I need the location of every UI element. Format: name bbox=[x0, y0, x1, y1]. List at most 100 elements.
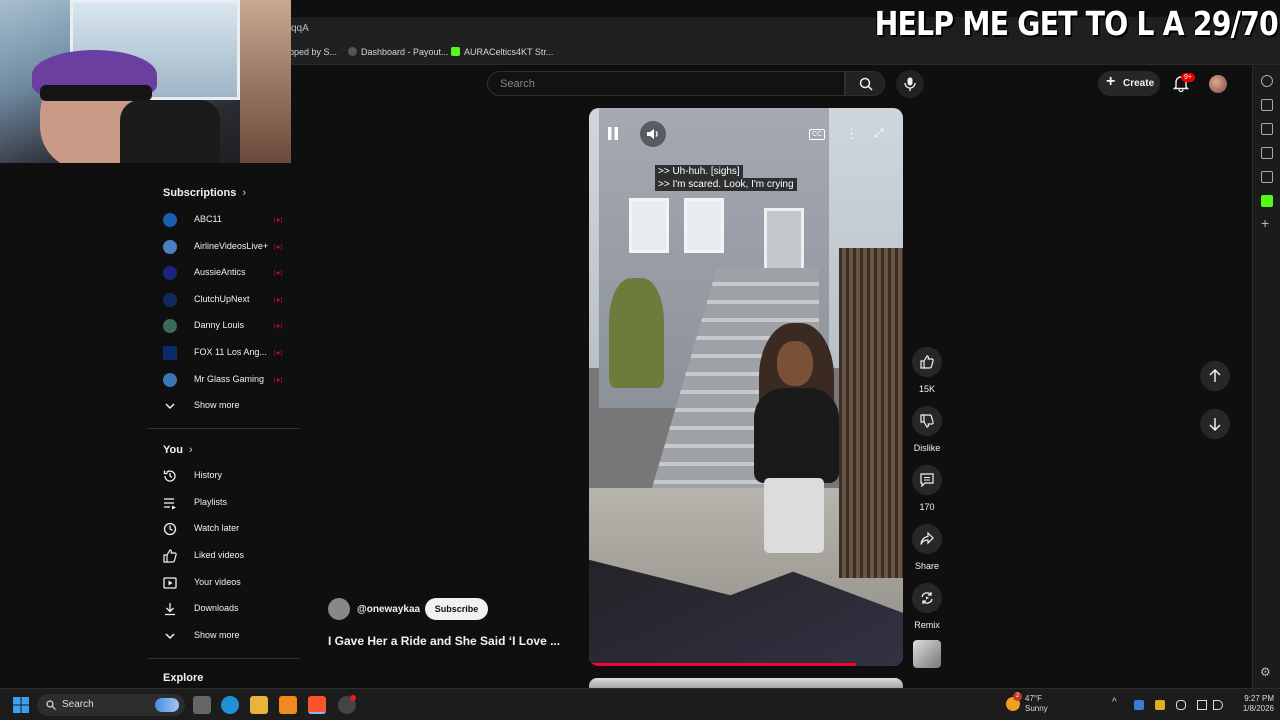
fullscreen-icon[interactable]: ⤢ bbox=[874, 126, 884, 141]
volume-icon bbox=[647, 129, 658, 139]
weather-desc: Sunny bbox=[1025, 704, 1048, 713]
bookmark-1[interactable]: pped by S... bbox=[289, 47, 337, 57]
dislike-button[interactable]: Dislike bbox=[912, 406, 942, 453]
chevron-right-icon: › bbox=[188, 444, 193, 456]
sidebar-item-label: Watch later bbox=[194, 523, 240, 533]
create-label: Create bbox=[1123, 78, 1155, 89]
taskbar-search-label: Search bbox=[62, 699, 94, 710]
account-avatar[interactable] bbox=[1209, 75, 1227, 93]
you-header[interactable]: You › bbox=[163, 444, 193, 456]
subscription-item[interactable]: Danny Louis bbox=[147, 313, 300, 339]
cam-streamer-headband bbox=[40, 85, 152, 101]
subscription-item[interactable]: ABC11 bbox=[147, 207, 300, 233]
chevron-up-icon[interactable]: ^ bbox=[1112, 697, 1117, 708]
pause-button[interactable] bbox=[607, 127, 619, 143]
channel-name[interactable]: @onewaykaa bbox=[357, 604, 420, 615]
captions-button[interactable]: CC bbox=[809, 129, 826, 140]
subscription-item[interactable]: AirlineVideosLive+ bbox=[147, 234, 300, 260]
file-explorer-icon[interactable] bbox=[250, 696, 268, 714]
sidebar-item-downloads[interactable]: Downloads bbox=[147, 596, 300, 622]
search-button[interactable] bbox=[845, 71, 885, 96]
kick-sidebar-icon[interactable] bbox=[1261, 195, 1273, 207]
video-plant bbox=[609, 278, 664, 388]
comments-button[interactable]: 170 bbox=[912, 465, 942, 512]
arrow-up-icon bbox=[1209, 369, 1221, 382]
sound-thumbnail[interactable] bbox=[913, 640, 941, 668]
network-icon[interactable] bbox=[1197, 700, 1207, 710]
reading-list-icon[interactable] bbox=[1261, 171, 1273, 183]
show-more-you[interactable]: Show more bbox=[147, 623, 300, 649]
tray-app-icon[interactable] bbox=[1134, 700, 1144, 710]
subscription-label: ClutchUpNext bbox=[194, 294, 250, 304]
your-videos-icon bbox=[163, 577, 177, 589]
channel-avatar bbox=[163, 266, 177, 280]
wallet-icon[interactable] bbox=[1261, 123, 1273, 135]
subscription-label: AirlineVideosLive+ bbox=[194, 241, 269, 251]
like-icon bbox=[163, 549, 177, 563]
live-icon bbox=[274, 244, 282, 250]
sidebar-item-history[interactable]: History bbox=[147, 463, 300, 489]
video-captions: >> Uh-huh. [sighs] >> I'm scared. Look, … bbox=[655, 165, 797, 191]
edge-icon[interactable] bbox=[221, 696, 239, 714]
subscribe-button[interactable]: Subscribe bbox=[425, 598, 488, 620]
app-icon[interactable] bbox=[279, 696, 297, 714]
add-panel-icon[interactable]: + bbox=[1261, 215, 1269, 231]
task-view-icon[interactable] bbox=[193, 696, 211, 714]
short-title[interactable]: I Gave Her a Ride and She Said ‘I Love .… bbox=[328, 634, 560, 648]
channel-avatar bbox=[163, 293, 177, 307]
video-window bbox=[684, 198, 724, 253]
shorts-video-player[interactable]: CC ⋮ ⤢ >> Uh-huh. [sighs] >> I'm scared.… bbox=[589, 108, 903, 666]
channel-avatar[interactable] bbox=[328, 598, 350, 620]
sidebar-item-liked-videos[interactable]: Liked videos bbox=[147, 543, 300, 569]
subscriptions-header[interactable]: Subscriptions › bbox=[163, 187, 246, 199]
taskbar-weather[interactable]: 47°F Sunny bbox=[1025, 694, 1048, 714]
live-icon bbox=[274, 297, 282, 303]
chevron-down-icon bbox=[165, 403, 175, 410]
channel-avatar bbox=[163, 213, 177, 227]
video-progress-bar[interactable] bbox=[589, 663, 856, 666]
share-button[interactable]: Share bbox=[912, 524, 942, 571]
settings-gear-icon[interactable]: ⚙ bbox=[1260, 665, 1271, 679]
thumbs-up-icon bbox=[920, 355, 934, 369]
subscription-label: Mr Glass Gaming bbox=[194, 374, 265, 384]
webcam-overlay bbox=[0, 0, 291, 163]
sidebar-item-your-videos[interactable]: Your videos bbox=[147, 570, 300, 596]
show-more-subscriptions[interactable]: Show more bbox=[147, 393, 300, 419]
sidebar-item-playlists[interactable]: Playlists bbox=[147, 490, 300, 516]
sidebar-item-watch-later[interactable]: Watch later bbox=[147, 516, 300, 542]
bookmark-3[interactable]: AURACeltics4KT Str... bbox=[451, 47, 553, 57]
next-short-button[interactable] bbox=[1200, 409, 1230, 439]
subscription-item[interactable]: AussieAntics bbox=[147, 260, 300, 286]
previous-short-button[interactable] bbox=[1200, 361, 1230, 391]
subscription-item[interactable]: ClutchUpNext bbox=[147, 287, 300, 313]
cam-background-person bbox=[240, 0, 291, 163]
kick-icon bbox=[451, 47, 460, 56]
address-text[interactable]: qqA bbox=[291, 23, 309, 34]
bookmarks-icon[interactable] bbox=[1261, 147, 1273, 159]
show-more-label: Show more bbox=[194, 400, 240, 410]
weather-temp: 47°F bbox=[1025, 694, 1042, 703]
taskbar-clock[interactable]: 9:27 PM 1/8/2026 bbox=[1230, 694, 1274, 714]
microphone-tray-icon[interactable] bbox=[1176, 700, 1186, 710]
subscription-item[interactable]: FOX 11 Los Ang... bbox=[147, 340, 300, 366]
brave-icon[interactable] bbox=[308, 696, 326, 714]
speaker-icon[interactable] bbox=[1213, 700, 1223, 710]
extension-icon[interactable] bbox=[1261, 75, 1273, 87]
channel-avatar bbox=[163, 319, 177, 333]
subscription-item[interactable]: Mr Glass Gaming bbox=[147, 367, 300, 393]
volume-button[interactable] bbox=[640, 121, 666, 147]
create-button[interactable]: + Create bbox=[1098, 71, 1160, 96]
taskbar-search[interactable]: Search bbox=[37, 694, 185, 716]
tv-icon[interactable] bbox=[1261, 99, 1273, 111]
remix-button[interactable]: Remix bbox=[912, 583, 942, 630]
playlists-icon bbox=[164, 498, 176, 510]
voice-search-button[interactable] bbox=[896, 70, 924, 98]
windows-start-icon[interactable] bbox=[13, 697, 29, 713]
live-icon bbox=[274, 350, 282, 356]
tray-app-icon[interactable] bbox=[1155, 700, 1165, 710]
clock-date: 1/8/2026 bbox=[1242, 704, 1274, 713]
search-input[interactable]: Search bbox=[487, 71, 845, 96]
bookmark-2[interactable]: Dashboard - Payout... bbox=[348, 47, 449, 57]
like-button[interactable]: 15K bbox=[912, 347, 942, 394]
more-options-icon[interactable]: ⋮ bbox=[845, 126, 858, 142]
